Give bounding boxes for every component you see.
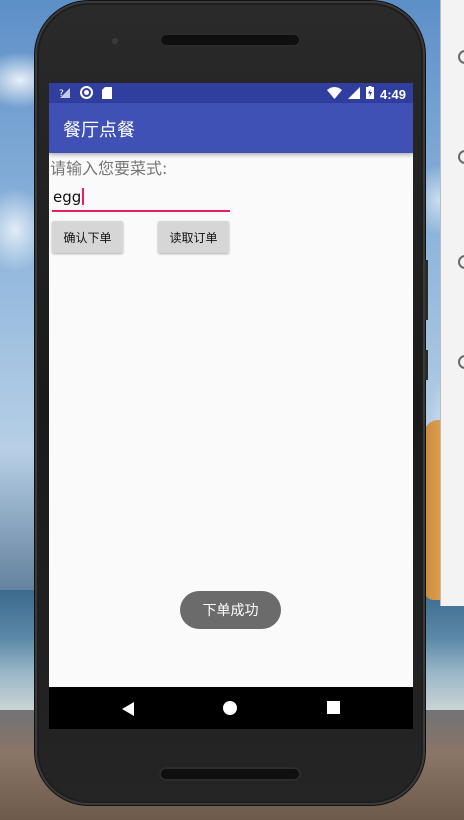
toast-message: 下单成功 (180, 591, 281, 629)
toolbar-power-icon[interactable] (458, 50, 464, 64)
top-speaker (159, 33, 301, 47)
navigation-bar (49, 687, 413, 729)
dish-prompt-label: 请输入您要菜式: (50, 159, 168, 178)
clock: 4:49 (379, 86, 406, 102)
text-caret (82, 188, 85, 205)
toolbar-camera-icon[interactable] (458, 355, 464, 369)
bottom-speaker (159, 767, 301, 781)
sd-card-icon (102, 86, 112, 102)
read-order-button[interactable]: 读取订单 (158, 221, 229, 253)
device-screen: ? 4:49 餐厅点餐 请输入您要菜式: egg 确认下单 读取订单 下单成功 (49, 83, 413, 729)
confirm-order-button[interactable]: 确认下单 (52, 221, 123, 253)
app-bar: 餐厅点餐 (49, 103, 413, 153)
signal-icon (347, 86, 360, 102)
home-icon[interactable] (223, 701, 237, 715)
toolbar-volume-icon[interactable] (458, 150, 464, 164)
front-camera (112, 38, 118, 44)
back-icon[interactable] (122, 701, 134, 720)
svg-text:?: ? (59, 89, 64, 99)
no-sim-icon: ? (59, 87, 71, 102)
volume-button[interactable] (425, 260, 428, 320)
emulator-side-toolbar (440, 0, 464, 606)
wifi-icon (326, 86, 342, 102)
sync-circle-icon (80, 86, 93, 102)
recents-icon[interactable] (327, 701, 340, 714)
status-bar: ? 4:49 (49, 83, 413, 103)
toolbar-rotate-icon[interactable] (458, 255, 464, 269)
dish-input-field[interactable]: egg (52, 183, 230, 212)
dish-input-value: egg (53, 188, 82, 206)
app-title: 餐厅点餐 (63, 120, 135, 141)
battery-charging-icon (365, 86, 374, 102)
power-button[interactable] (425, 350, 428, 380)
